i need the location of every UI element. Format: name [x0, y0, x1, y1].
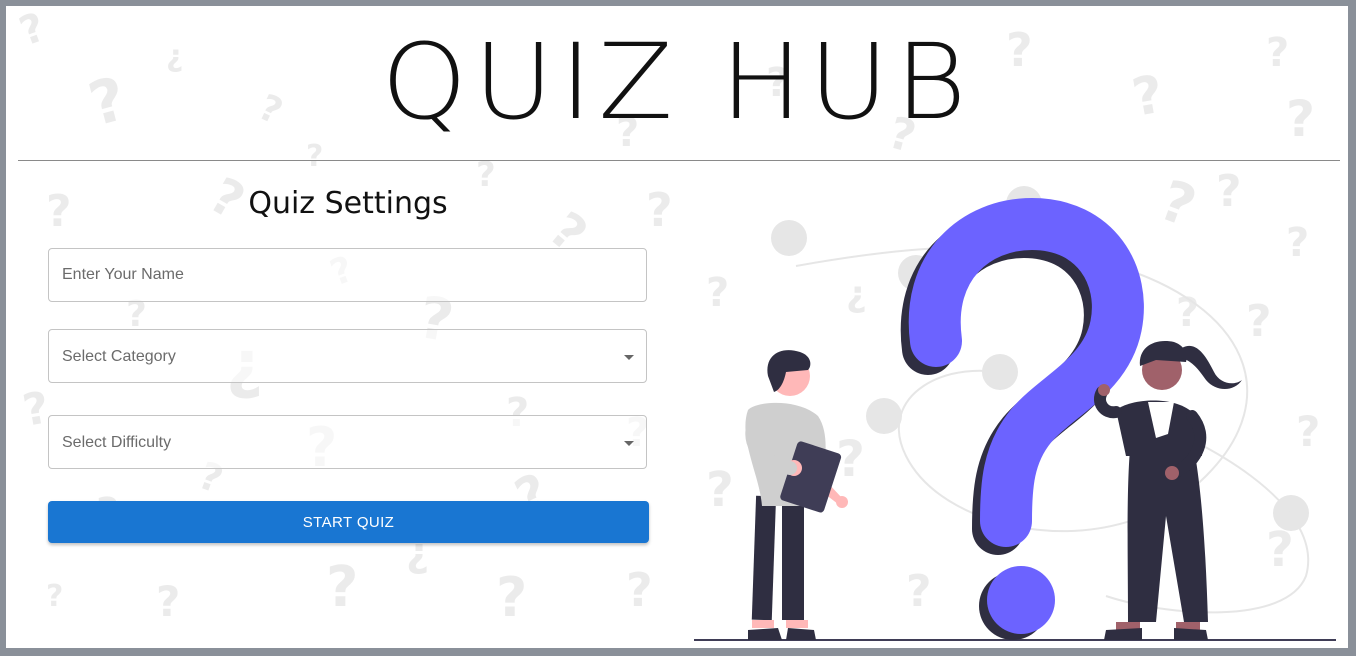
app-frame: ? ? ¿ ? ? ? ? ? ¿ ? ? ? ? ? ? ? ? ? ? ¿ …: [6, 6, 1348, 648]
settings-heading: Quiz Settings: [248, 186, 448, 221]
category-select[interactable]: Select Category: [48, 329, 647, 383]
man-figure: [745, 350, 848, 640]
difficulty-select-label: Select Difficulty: [62, 434, 172, 451]
app-header: QUIZ HUB: [6, 6, 1348, 160]
start-quiz-button[interactable]: START QUIZ: [48, 501, 649, 543]
svg-text:?: ?: [326, 555, 358, 620]
svg-text:?: ?: [156, 577, 180, 626]
question-mark-graphic: [900, 197, 1144, 640]
chevron-down-icon[interactable]: [624, 355, 634, 360]
svg-text:?: ?: [646, 183, 673, 237]
svg-text:?: ?: [496, 566, 527, 629]
name-field[interactable]: [48, 248, 647, 302]
svg-text:?: ?: [626, 563, 653, 617]
category-select-label: Select Category: [62, 348, 176, 365]
svg-text:?: ?: [46, 579, 63, 614]
question-illustration: [694, 186, 1336, 641]
woman-figure: [1094, 341, 1242, 640]
header-divider: [18, 160, 1340, 161]
chevron-down-icon[interactable]: [624, 441, 634, 446]
difficulty-select[interactable]: Select Difficulty: [48, 415, 647, 469]
app-title: QUIZ HUB: [381, 21, 973, 143]
name-input[interactable]: [49, 249, 646, 301]
